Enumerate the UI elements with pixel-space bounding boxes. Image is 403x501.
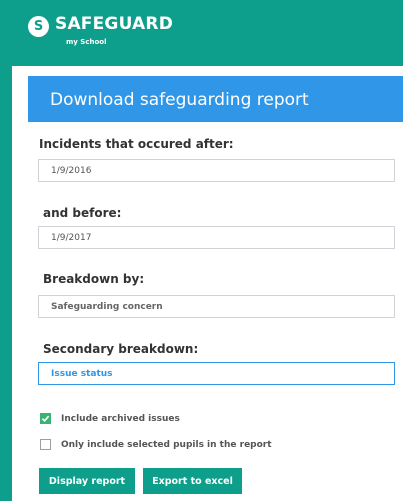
before-date-field[interactable]: 1/9/2017 xyxy=(38,226,395,249)
selected-pupils-row[interactable]: Only include selected pupils in the repo… xyxy=(40,439,272,450)
include-archived-label: Include archived issues xyxy=(61,413,180,424)
selected-pupils-label: Only include selected pupils in the repo… xyxy=(61,439,272,450)
logo-letter: S xyxy=(33,19,44,34)
before-date-label: and before: xyxy=(43,206,122,220)
include-archived-row[interactable]: Include archived issues xyxy=(40,413,180,424)
secondary-breakdown-select[interactable]: Issue status xyxy=(38,362,395,385)
brand-subtitle: my School xyxy=(66,38,107,46)
shield-logo-icon: S xyxy=(28,16,49,37)
after-date-field[interactable]: 1/9/2016 xyxy=(38,159,395,182)
breakdown-select[interactable]: Safeguarding concern xyxy=(38,295,395,318)
brand-name: SAFEGUARD xyxy=(55,14,174,34)
export-excel-button[interactable]: Export to excel xyxy=(143,468,242,494)
after-date-label: Incidents that occured after: xyxy=(39,137,234,151)
breakdown-label: Breakdown by: xyxy=(43,272,145,286)
app-header: S SAFEGUARD my School xyxy=(0,0,403,66)
display-report-button[interactable]: Display report xyxy=(39,468,135,494)
selected-pupils-checkbox[interactable] xyxy=(40,439,51,450)
check-icon xyxy=(41,415,50,423)
secondary-breakdown-label: Secondary breakdown: xyxy=(43,342,199,356)
page-title: Download safeguarding report xyxy=(50,90,309,110)
include-archived-checkbox[interactable] xyxy=(40,413,51,424)
app: S SAFEGUARD my School Download safeguard… xyxy=(0,0,403,501)
